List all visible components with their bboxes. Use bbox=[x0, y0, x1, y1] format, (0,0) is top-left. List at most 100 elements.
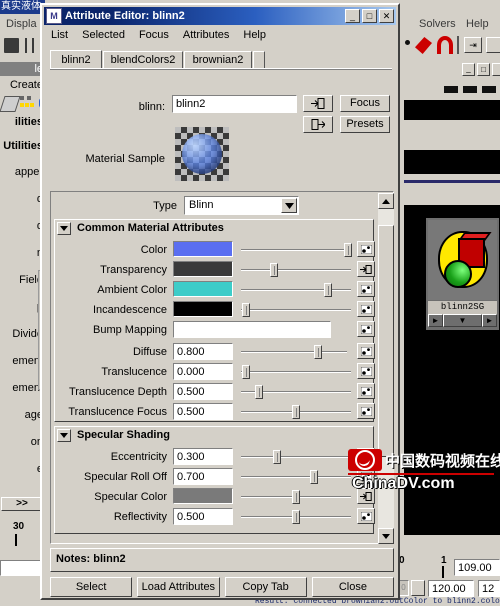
color-swatch-ambient[interactable] bbox=[173, 281, 233, 297]
timeline-field[interactable] bbox=[0, 560, 44, 576]
chevron-down-icon[interactable] bbox=[281, 198, 297, 213]
focus-button[interactable]: Focus bbox=[340, 95, 390, 112]
slider-handle-diffuse[interactable] bbox=[314, 345, 322, 359]
magnet-icon[interactable] bbox=[437, 36, 453, 54]
slider-handle-specular-roll-off[interactable] bbox=[310, 470, 318, 484]
tab-overflow[interactable] bbox=[253, 51, 265, 69]
notes-field[interactable]: Notes: blinn2 bbox=[50, 548, 394, 572]
slider-handle-translucence[interactable] bbox=[242, 365, 250, 379]
render-node-swatch[interactable]: blinn2SG ► ▼ ► bbox=[426, 218, 499, 330]
dialog-maximize-button[interactable]: □ bbox=[362, 9, 377, 23]
sidebar-item-1[interactable]: d bbox=[0, 193, 44, 205]
collapse-arrow-icon[interactable] bbox=[57, 222, 71, 235]
panel-icon-a[interactable] bbox=[444, 86, 458, 93]
slider-handle-incandescence[interactable] bbox=[242, 303, 250, 317]
sidebar-item-10[interactable]: on bbox=[0, 436, 44, 448]
map-button-incandescence[interactable] bbox=[357, 301, 375, 317]
type-dropdown[interactable]: Blinn bbox=[184, 196, 299, 215]
map-button-diffuse[interactable] bbox=[357, 343, 375, 359]
collapse-arrow-icon[interactable] bbox=[57, 429, 71, 442]
range-toggle-b[interactable] bbox=[411, 580, 425, 596]
playback-end-field[interactable]: 120.00 bbox=[428, 580, 474, 597]
section-header-specular[interactable]: Specular Shading bbox=[55, 427, 375, 445]
render-node-prev[interactable]: ► bbox=[428, 314, 443, 327]
playback-extra-field[interactable]: 12 bbox=[478, 580, 500, 597]
snap-icon[interactable] bbox=[24, 38, 37, 53]
slider-track-translucence[interactable] bbox=[241, 371, 351, 373]
slider-handle-eccentricity[interactable] bbox=[273, 450, 281, 464]
presets-button[interactable]: Presets bbox=[340, 116, 390, 133]
slider-handle-reflectivity[interactable] bbox=[292, 510, 300, 524]
copy-tab-button[interactable]: Copy Tab bbox=[224, 577, 307, 597]
output-connection-icon[interactable] bbox=[486, 37, 500, 53]
slider-handle-specular-color[interactable] bbox=[292, 490, 300, 504]
translucence-focus-field[interactable]: 0.500 bbox=[173, 403, 233, 420]
maya-menu-solvers[interactable]: Solvers bbox=[419, 18, 456, 30]
map-button-ambient[interactable] bbox=[357, 281, 375, 297]
input-connection-icon[interactable]: ⇥ bbox=[464, 37, 482, 53]
sidebar-item-11[interactable]: e bbox=[0, 463, 44, 475]
scroll-up-arrow-icon[interactable] bbox=[378, 193, 394, 209]
load-attributes-button[interactable]: Load Attributes bbox=[137, 577, 220, 597]
specular-roll-off-field[interactable]: 0.700 bbox=[173, 468, 233, 485]
sidebar-item-9[interactable]: age bbox=[0, 409, 44, 421]
slider-handle-translucence-focus[interactable] bbox=[292, 405, 300, 419]
render-node-menu[interactable]: ▼ bbox=[443, 314, 482, 327]
color-swatch-specular[interactable] bbox=[173, 488, 233, 504]
close-button[interactable]: Close bbox=[311, 577, 394, 597]
color-swatch-color[interactable] bbox=[173, 241, 233, 257]
shelf-tab-le[interactable]: le bbox=[0, 62, 44, 76]
menu-focus[interactable]: Focus bbox=[139, 29, 169, 41]
material-sample-swatch[interactable] bbox=[175, 127, 229, 181]
maya-menu-display[interactable]: Displa bbox=[6, 18, 37, 30]
tab-brownian2[interactable]: brownian2 bbox=[184, 51, 252, 69]
slider-track-diffuse[interactable] bbox=[241, 351, 347, 353]
slider-handle-color[interactable] bbox=[344, 243, 352, 257]
tab-blendcolors2[interactable]: blendColors2 bbox=[103, 51, 183, 69]
map-button-translucence-focus[interactable] bbox=[357, 403, 375, 419]
map-button-color[interactable] bbox=[357, 241, 375, 257]
slider-handle-transparency[interactable] bbox=[270, 263, 278, 277]
dialog-titlebar[interactable]: M Attribute Editor: blinn2 _ □ ✕ bbox=[44, 7, 396, 25]
slider-handle-translucence-depth[interactable] bbox=[255, 385, 263, 399]
sidebar-item-3[interactable]: n bbox=[0, 247, 44, 259]
menu-attributes[interactable]: Attributes bbox=[183, 29, 229, 41]
slider-track-color[interactable] bbox=[241, 249, 351, 251]
menu-list[interactable]: List bbox=[51, 29, 68, 41]
menu-selected[interactable]: Selected bbox=[82, 29, 125, 41]
toolbar-dot-icon[interactable] bbox=[405, 40, 410, 45]
panel-icon-b[interactable] bbox=[463, 86, 477, 93]
slider-handle-ambient[interactable] bbox=[324, 283, 332, 297]
menu-help[interactable]: Help bbox=[243, 29, 266, 41]
map-button-translucence[interactable] bbox=[357, 363, 375, 379]
slider-track-ambient[interactable] bbox=[241, 289, 351, 291]
select-button[interactable]: Select bbox=[50, 577, 133, 597]
translucence-depth-field[interactable]: 0.500 bbox=[173, 383, 233, 400]
color-swatch-transparency[interactable] bbox=[173, 261, 233, 277]
input-connection-icon[interactable] bbox=[303, 95, 333, 112]
map-button-translucence-depth[interactable] bbox=[357, 383, 375, 399]
sidebar-item-0[interactable]: apper bbox=[0, 166, 44, 178]
slider-track-incandescence[interactable] bbox=[241, 309, 351, 311]
diffuse-field[interactable]: 0.800 bbox=[173, 343, 233, 360]
scrollbar-thumb[interactable] bbox=[378, 225, 394, 457]
shelf-tab-create[interactable]: Create bbox=[0, 78, 44, 92]
dialog-minimize-button[interactable]: _ bbox=[345, 9, 360, 23]
map-button-reflectivity[interactable] bbox=[357, 508, 375, 524]
panel-icon-c[interactable] bbox=[482, 86, 496, 93]
save-icon[interactable] bbox=[4, 38, 19, 53]
map-button-transparency[interactable] bbox=[357, 261, 375, 277]
sidebar-item-2[interactable]: d bbox=[0, 220, 44, 232]
scroll-down-arrow-icon[interactable] bbox=[378, 528, 394, 544]
slider-track-eccentricity[interactable] bbox=[241, 456, 351, 458]
right-panel-minimize[interactable]: _ bbox=[462, 63, 475, 76]
output-connection-icon[interactable] bbox=[303, 116, 333, 133]
section-header-common[interactable]: Common Material Attributes bbox=[55, 220, 375, 238]
bump-mapping-field[interactable] bbox=[173, 321, 331, 338]
slider-track-specular-roll-off[interactable] bbox=[241, 476, 351, 478]
translucence-field[interactable]: 0.000 bbox=[173, 363, 233, 380]
render-node-next[interactable]: ► bbox=[482, 314, 497, 327]
dialog-close-button[interactable]: ✕ bbox=[379, 9, 394, 23]
eccentricity-field[interactable]: 0.300 bbox=[173, 448, 233, 465]
slider-track-transparency[interactable] bbox=[241, 269, 351, 271]
